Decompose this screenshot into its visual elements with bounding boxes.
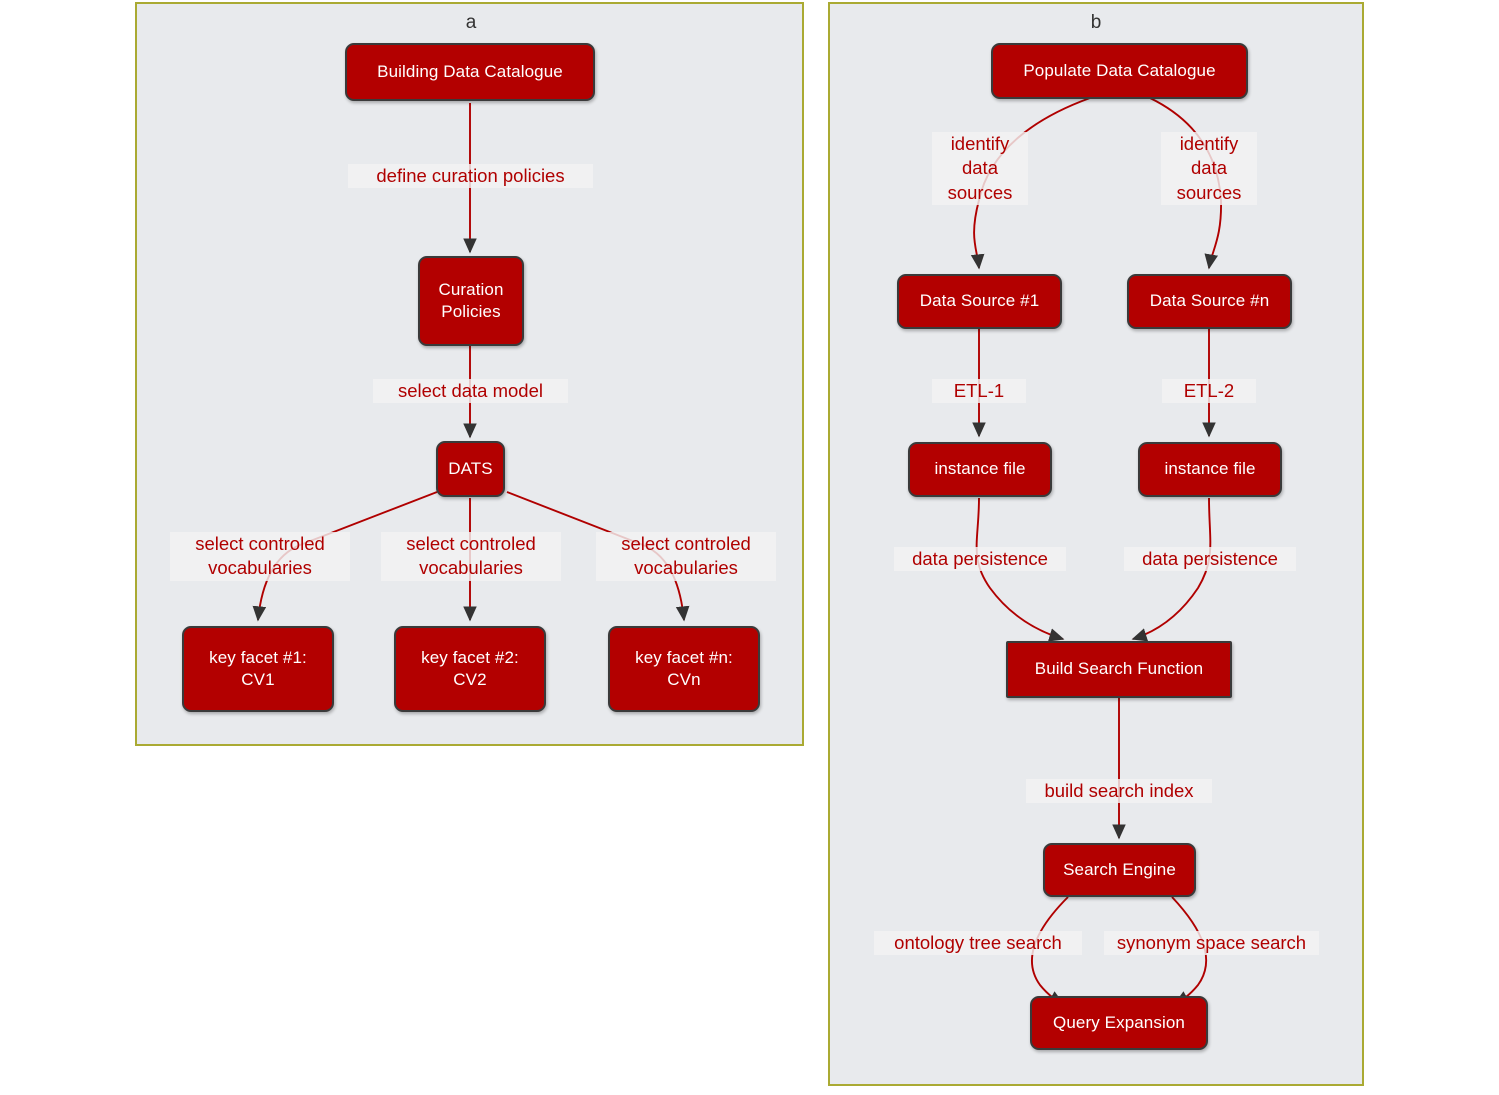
node-populate-data-catalogue[interactable]: Populate Data Catalogue — [991, 43, 1248, 99]
edge-label-define-curation-policies: define curation policies — [348, 164, 593, 189]
node-dats[interactable]: DATS — [436, 441, 505, 497]
node-instance-file-2[interactable]: instance file — [1138, 442, 1282, 497]
node-key-facet-n[interactable]: key facet #n: CVn — [608, 626, 760, 712]
panel-b-label: b — [1090, 12, 1102, 33]
node-build-search-function[interactable]: Build Search Function — [1006, 641, 1232, 698]
edge-label-identify-data-sources-n: identify data sources — [1161, 132, 1257, 206]
edge-label-identify-data-sources-1: identify data sources — [932, 132, 1028, 206]
node-data-source-1[interactable]: Data Source #1 — [897, 274, 1062, 329]
edge-label-select-data-model: select data model — [373, 379, 568, 404]
edge-label-select-controled-vocabularies-1: select controled vocabularies — [170, 532, 350, 581]
edge-label-synonym-space-search: synonym space search — [1104, 931, 1319, 956]
edge-label-select-controled-vocabularies-n: select controled vocabularies — [596, 532, 776, 581]
node-key-facet-2[interactable]: key facet #2: CV2 — [394, 626, 546, 712]
edge-label-etl-2: ETL-2 — [1162, 379, 1256, 404]
node-data-source-n[interactable]: Data Source #n — [1127, 274, 1292, 329]
edge-label-build-search-index: build search index — [1026, 779, 1212, 804]
edge-label-data-persistence-2: data persistence — [1124, 547, 1296, 572]
node-building-data-catalogue[interactable]: Building Data Catalogue — [345, 43, 595, 101]
edge-label-ontology-tree-search: ontology tree search — [874, 931, 1082, 956]
node-query-expansion[interactable]: Query Expansion — [1030, 996, 1208, 1050]
edge-label-data-persistence-1: data persistence — [894, 547, 1066, 572]
edge-label-select-controled-vocabularies-2: select controled vocabularies — [381, 532, 561, 581]
panel-b — [828, 2, 1364, 1086]
node-key-facet-1[interactable]: key facet #1: CV1 — [182, 626, 334, 712]
edge-label-etl-1: ETL-1 — [932, 379, 1026, 404]
node-curation-policies[interactable]: Curation Policies — [418, 256, 524, 346]
node-search-engine[interactable]: Search Engine — [1043, 843, 1196, 897]
panel-a-label: a — [465, 12, 477, 33]
node-instance-file-1[interactable]: instance file — [908, 442, 1052, 497]
diagram-canvas: a b Building Data Catalogue Curation Pol… — [0, 0, 1499, 1095]
